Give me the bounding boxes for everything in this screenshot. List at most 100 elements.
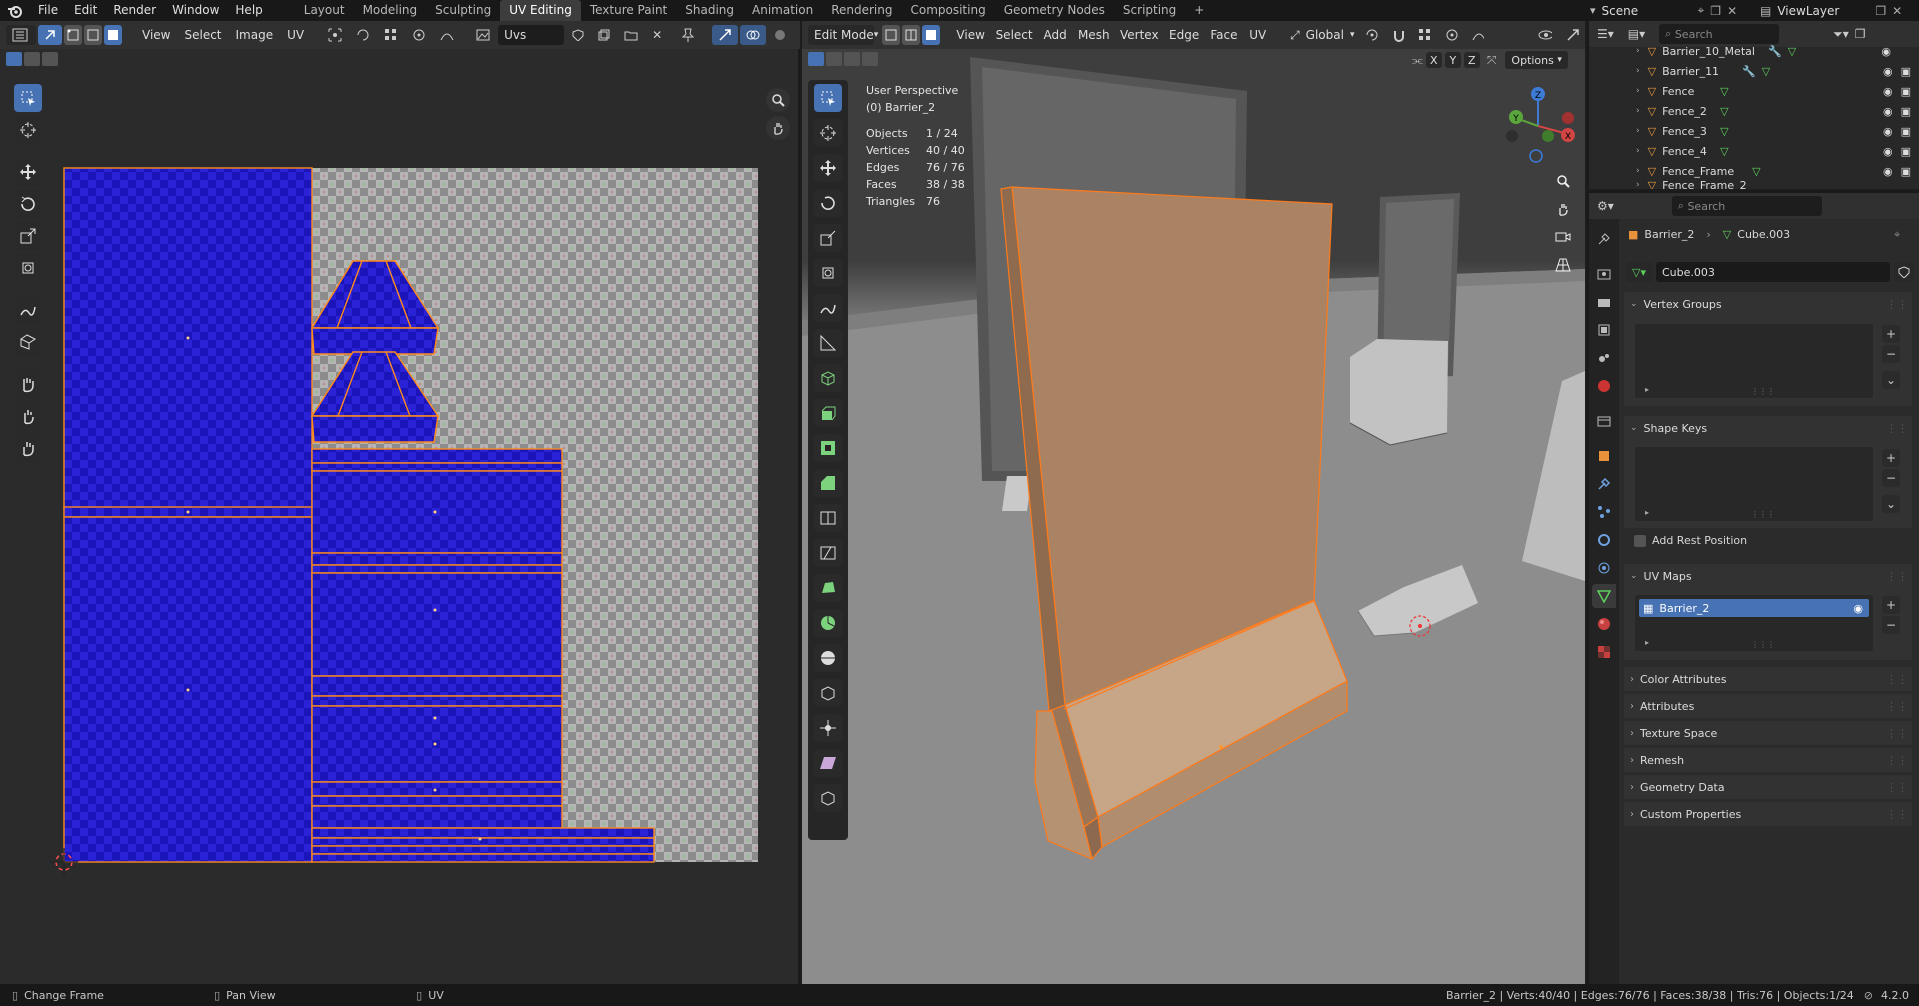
texture-tab-icon[interactable]	[1592, 640, 1616, 664]
scene-tab-icon[interactable]	[1592, 346, 1616, 370]
remove-uv-map-button[interactable]: −	[1882, 616, 1900, 634]
pin-icon[interactable]	[676, 25, 700, 45]
pan-hand-icon[interactable]	[1552, 198, 1574, 220]
output-tab-icon[interactable]	[1592, 290, 1616, 314]
scene-name[interactable]: Scene	[1602, 4, 1692, 18]
mesh-browse-icon[interactable]: ▽▾	[1626, 262, 1652, 282]
pan-hand-icon[interactable]	[766, 116, 790, 140]
fake-user-icon[interactable]	[566, 25, 590, 45]
mesh-data-tab-icon[interactable]	[1592, 584, 1616, 608]
panel-texture-space[interactable]: › Texture Space ⋮⋮	[1624, 721, 1912, 745]
panel-custom-properties[interactable]: › Custom Properties ⋮⋮	[1624, 802, 1912, 826]
vp-menu-edge[interactable]: Edge	[1165, 25, 1204, 45]
select-box-tool-icon[interactable]	[814, 84, 842, 112]
duplicate-image-icon[interactable]	[592, 25, 616, 45]
eye-icon[interactable]: ◉	[1881, 45, 1891, 58]
mirror-icon[interactable]: ⫘	[1412, 53, 1423, 68]
outliner-item-label[interactable]: Barrier_11	[1662, 65, 1742, 78]
zoom-icon[interactable]	[1552, 170, 1574, 192]
extrude-tool-icon[interactable]	[814, 399, 842, 427]
bevel-tool-icon[interactable]	[814, 469, 842, 497]
list-resize-handle-icon[interactable]: ⋮⋮⋮	[1751, 510, 1775, 519]
editor-type-button[interactable]: ☰▾	[1597, 27, 1614, 41]
eye-icon[interactable]: ◉	[1883, 105, 1893, 118]
vp-menu-view[interactable]: View	[952, 25, 990, 45]
menu-render[interactable]: Render	[105, 0, 164, 21]
new-collection-icon[interactable]: ❐	[1855, 27, 1866, 41]
navigation-gizmo[interactable]: Z X Y	[1496, 84, 1580, 168]
extend-selection-icon[interactable]	[24, 52, 40, 66]
chevron-right-icon[interactable]: ›	[1636, 46, 1640, 56]
outliner-row[interactable]: › ▽ Fence_3 ▽ ◉ ▣	[1600, 121, 1919, 141]
camera-render-icon[interactable]: ▣	[1901, 165, 1911, 178]
drag-handle-icon[interactable]: ⋮⋮	[1886, 298, 1908, 311]
pivot-point-icon[interactable]	[1359, 25, 1384, 45]
menu-help[interactable]: Help	[227, 0, 270, 21]
eye-icon[interactable]: ◉	[1883, 125, 1893, 138]
view-layer-tab-icon[interactable]	[1592, 318, 1616, 342]
panel-remesh[interactable]: › Remesh ⋮⋮	[1624, 748, 1912, 772]
remove-vertex-group-button[interactable]: −	[1882, 345, 1900, 363]
camera-render-icon[interactable]: ▣	[1901, 85, 1911, 98]
visibility-toggle-icon[interactable]	[1532, 25, 1558, 45]
cursor-tool-icon[interactable]	[814, 119, 842, 147]
measure-tool-icon[interactable]	[814, 329, 842, 357]
uv-menu-select[interactable]: Select	[178, 25, 227, 45]
expand-list-icon[interactable]: ▸	[1645, 385, 1649, 394]
properties-search-input[interactable]: ⌕ Search	[1671, 196, 1822, 216]
vp-menu-mesh[interactable]: Mesh	[1074, 25, 1114, 45]
drag-handle-icon[interactable]: ⋮⋮	[1886, 754, 1908, 767]
pin-icon[interactable]: ⌖	[1894, 228, 1900, 242]
camera-render-icon[interactable]: ▣	[1901, 65, 1911, 78]
camera-render-icon[interactable]: ▣	[1901, 145, 1911, 158]
falloff-icon[interactable]	[434, 25, 460, 45]
options-dropdown[interactable]: Options ▾	[1505, 51, 1568, 69]
remove-shape-key-button[interactable]: −	[1882, 469, 1900, 487]
chevron-right-icon[interactable]: ›	[1636, 66, 1640, 76]
vp-menu-uv[interactable]: UV	[1244, 25, 1271, 45]
outliner-row[interactable]: › ▽ Fence ▽ ◉ ▣	[1600, 81, 1919, 101]
tab-sculpting[interactable]: Sculpting	[426, 0, 500, 21]
uv-sticky-icon[interactable]	[350, 25, 376, 45]
subtract-selection-icon[interactable]	[844, 52, 860, 66]
uv-menu-view[interactable]: View	[136, 25, 176, 45]
zoom-icon[interactable]	[766, 88, 790, 112]
chevron-right-icon[interactable]: ›	[1636, 181, 1640, 189]
menu-window[interactable]: Window	[164, 0, 227, 21]
drag-handle-icon[interactable]: ⋮⋮	[1886, 727, 1908, 740]
tab-compositing[interactable]: Compositing	[901, 0, 994, 21]
drag-handle-icon[interactable]: ⋮⋮	[1886, 781, 1908, 794]
outliner-row[interactable]: › ▽ Fence_2 ▽ ◉ ▣	[1600, 101, 1919, 121]
outliner-item-label[interactable]: Fence_Frame_2	[1662, 181, 1762, 189]
delete-scene-icon[interactable]: ✕	[1727, 4, 1737, 18]
spin-tool-icon[interactable]	[814, 609, 842, 637]
outliner-row[interactable]: › ▽ Fence_Frame ▽ ◉ ▣	[1600, 161, 1919, 181]
particles-tab-icon[interactable]	[1592, 500, 1616, 524]
new-selection-icon[interactable]	[808, 52, 824, 66]
chevron-right-icon[interactable]: ›	[1636, 106, 1640, 116]
snap-target-icon[interactable]	[1412, 25, 1437, 45]
new-view-layer-icon[interactable]: ❐	[1875, 4, 1886, 18]
constraints-tab-icon[interactable]	[1592, 556, 1616, 580]
modifier-tab-icon[interactable]	[1592, 472, 1616, 496]
edge-slide-tool-icon[interactable]	[814, 679, 842, 707]
snap-icon[interactable]	[378, 25, 404, 45]
camera-render-icon[interactable]: ▣	[1901, 125, 1911, 138]
edge-select-mode-icon[interactable]	[901, 25, 920, 45]
outliner-item-label[interactable]: Barrier_10_Metal	[1662, 45, 1768, 58]
drag-handle-icon[interactable]: ⋮⋮	[1886, 808, 1908, 821]
vp-menu-add[interactable]: Add	[1039, 25, 1072, 45]
mirror-z-toggle[interactable]: Z	[1463, 52, 1480, 68]
delete-view-layer-icon[interactable]: ✕	[1892, 4, 1902, 18]
tab-layout[interactable]: Layout	[295, 0, 354, 21]
pin-icon[interactable]: ⌖	[1698, 3, 1705, 18]
eye-icon[interactable]: ◉	[1883, 165, 1893, 178]
shape-key-specials-icon[interactable]: ⌄	[1882, 495, 1900, 513]
select-box-tool-icon[interactable]	[14, 84, 42, 112]
proportional-falloff-icon[interactable]	[1466, 25, 1491, 45]
tab-geometry-nodes[interactable]: Geometry Nodes	[995, 0, 1114, 21]
menu-file[interactable]: File	[30, 0, 66, 21]
gizmo-display-icon[interactable]	[1560, 25, 1585, 45]
gizmo-toggle-icon[interactable]	[712, 25, 739, 45]
subtract-selection-icon[interactable]	[42, 52, 58, 66]
